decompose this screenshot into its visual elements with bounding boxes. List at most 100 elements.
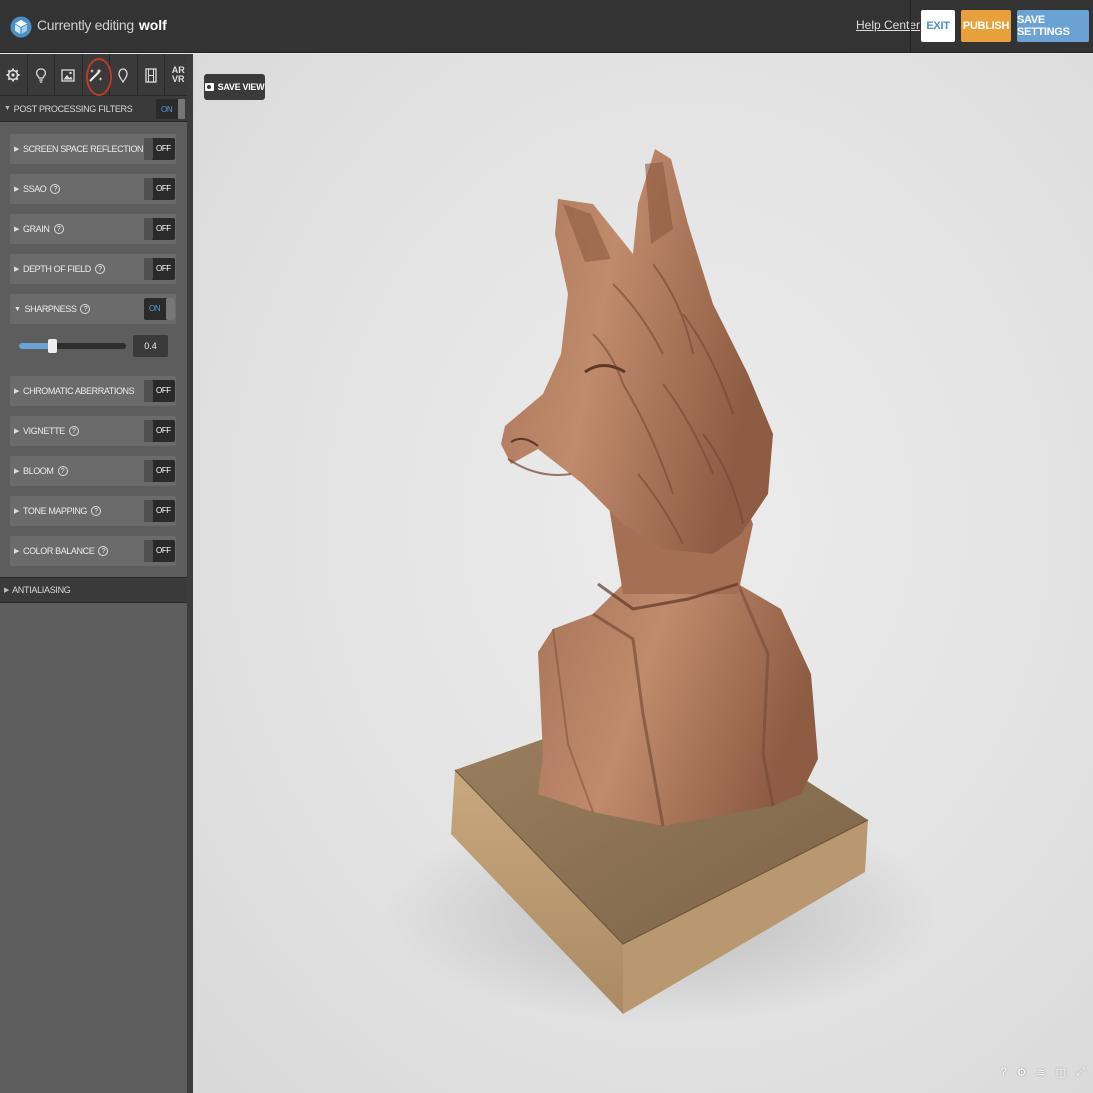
caret-down-icon: ▼ bbox=[14, 305, 21, 313]
section-post-processing[interactable]: ▼ POST PROCESSING FILTERS ON bbox=[0, 96, 187, 122]
fullscreen-icon[interactable]: ⤢ bbox=[1076, 1066, 1085, 1079]
toggle-knob bbox=[166, 298, 175, 320]
tab-animation[interactable] bbox=[138, 54, 165, 96]
toggle-knob bbox=[144, 258, 153, 280]
caret-right-icon: ▶ bbox=[14, 428, 19, 435]
filter-toggle[interactable]: OFF bbox=[144, 178, 175, 200]
caret-right-icon: ▶ bbox=[14, 508, 19, 515]
filter-toggle[interactable]: OFF bbox=[144, 380, 175, 402]
caret-right-icon: ▶ bbox=[14, 146, 19, 153]
toggle-knob bbox=[144, 460, 153, 482]
toggle-label: OFF bbox=[156, 144, 171, 153]
publish-button[interactable]: PUBLISH bbox=[961, 10, 1011, 42]
post-processing-toggle[interactable]: ON bbox=[156, 99, 185, 119]
help-icon[interactable]: ? bbox=[53, 224, 64, 234]
filter-row-screen-space-reflection[interactable]: ▶ SCREEN SPACE REFLECTION ? OFF bbox=[10, 134, 176, 164]
slider-thumb[interactable] bbox=[48, 339, 57, 353]
caret-right-icon: ▶ bbox=[14, 548, 19, 555]
settings-sidebar: AR VR ▼ POST PROCESSING FILTERS ON ▶ SCRE… bbox=[0, 54, 193, 1093]
sharpness-value-input[interactable]: 0.4 bbox=[133, 335, 168, 357]
top-divider bbox=[910, 0, 911, 53]
filter-row-bloom[interactable]: ▶ BLOOM ? OFF bbox=[10, 456, 176, 486]
toggle-label: OFF bbox=[156, 546, 171, 555]
help-icon[interactable]: ? bbox=[57, 466, 68, 476]
section-post-processing-label: POST PROCESSING FILTERS bbox=[13, 103, 133, 114]
filter-label: CHROMATIC ABERRATIONS bbox=[22, 386, 135, 396]
toggle-label: OFF bbox=[156, 426, 171, 435]
caret-right-icon: ▶ bbox=[14, 388, 19, 395]
filter-label: TONE MAPPING bbox=[22, 506, 88, 516]
layers-icon[interactable]: ≋ bbox=[1037, 1066, 1046, 1079]
filter-label: BLOOM bbox=[22, 466, 54, 476]
help-icon[interactable]: ? bbox=[50, 184, 61, 194]
section-antialiasing[interactable]: ▶ ANTIALIASING bbox=[0, 577, 187, 603]
help-icon[interactable]: ? bbox=[1001, 1066, 1007, 1079]
caret-right-icon: ▶ bbox=[14, 468, 19, 475]
filter-toggle[interactable]: OFF bbox=[144, 138, 175, 160]
pin-icon bbox=[118, 67, 128, 83]
caret-right-icon: ▶ bbox=[14, 266, 19, 273]
filter-row-depth-of-field[interactable]: ▶ DEPTH OF FIELD ? OFF bbox=[10, 254, 176, 284]
filter-label: VIGNETTE bbox=[22, 426, 65, 436]
filter-row-chromatic-aberrations[interactable]: ▶ CHROMATIC ABERRATIONS OFF bbox=[10, 376, 176, 406]
help-icon[interactable]: ? bbox=[94, 264, 105, 274]
caret-right-icon: ▶ bbox=[14, 186, 19, 193]
save-view-button[interactable]: SAVE VIEW bbox=[204, 74, 265, 100]
wolf-bust-model[interactable] bbox=[193, 54, 1093, 1093]
settings-icon[interactable]: ⚙ bbox=[1017, 1066, 1027, 1079]
editing-prefix: Currently editing bbox=[37, 17, 134, 33]
toggle-knob bbox=[144, 540, 153, 562]
help-icon[interactable]: ? bbox=[80, 304, 91, 314]
tab-post-processing[interactable] bbox=[83, 54, 111, 96]
tab-annotations[interactable] bbox=[110, 54, 138, 96]
filter-label: SCREEN SPACE REFLECTION bbox=[22, 144, 144, 154]
filter-label: GRAIN bbox=[22, 224, 50, 234]
top-bar: Currently editing wolf Help Center EXIT P… bbox=[0, 0, 1093, 53]
post-processing-toggle-label: ON bbox=[161, 104, 173, 114]
filter-toggle[interactable]: OFF bbox=[144, 460, 175, 482]
filter-row-color-balance[interactable]: ▶ COLOR BALANCE ? OFF bbox=[10, 536, 176, 566]
tab-general[interactable] bbox=[0, 54, 28, 96]
sketchfab-logo-icon[interactable] bbox=[10, 15, 32, 39]
filter-row-grain[interactable]: ▶ GRAIN ? OFF bbox=[10, 214, 176, 244]
viewer-controls: ? ⚙ ≋ ◫ ⤢ bbox=[1001, 1066, 1085, 1079]
save-settings-button[interactable]: SAVE SETTINGS bbox=[1017, 10, 1089, 42]
help-icon[interactable]: ? bbox=[98, 546, 109, 556]
gear-icon bbox=[6, 68, 20, 82]
toggle-knob bbox=[144, 380, 153, 402]
image-icon bbox=[61, 68, 75, 82]
film-icon bbox=[145, 67, 157, 83]
filter-row-tone-mapping[interactable]: ▶ TONE MAPPING ? OFF bbox=[10, 496, 176, 526]
filter-label: COLOR BALANCE bbox=[22, 546, 95, 556]
tool-tabs: AR VR bbox=[0, 54, 193, 96]
help-icon[interactable]: ? bbox=[68, 426, 79, 436]
exit-button[interactable]: EXIT bbox=[921, 10, 955, 42]
caret-down-icon: ▼ bbox=[4, 105, 11, 112]
vr-icon[interactable]: ◫ bbox=[1056, 1066, 1066, 1079]
filter-row-sharpness[interactable]: ▼ SHARPNESS ? ON bbox=[10, 294, 176, 324]
filter-label: DEPTH OF FIELD bbox=[22, 264, 91, 274]
filter-toggle[interactable]: OFF bbox=[144, 500, 175, 522]
tab-lighting[interactable] bbox=[28, 54, 55, 96]
toggle-knob bbox=[144, 138, 153, 160]
filter-row-ssao[interactable]: ▶ SSAO ? OFF bbox=[10, 174, 176, 204]
filter-label: SHARPNESS bbox=[24, 304, 77, 314]
sharpness-slider[interactable] bbox=[19, 339, 126, 353]
toggle-label: OFF bbox=[156, 506, 171, 515]
toggle-knob bbox=[144, 218, 153, 240]
filter-toggle[interactable]: OFF bbox=[144, 540, 175, 562]
toggle-knob bbox=[178, 99, 185, 119]
tab-materials[interactable] bbox=[55, 54, 83, 96]
filter-row-vignette[interactable]: ▶ VIGNETTE ? OFF bbox=[10, 416, 176, 446]
3d-viewport[interactable]: SAVE VIEW ? ⚙ ≋ ◫ ⤢ bbox=[193, 54, 1093, 1093]
filter-toggle[interactable]: OFF bbox=[144, 258, 175, 280]
filter-toggle[interactable]: OFF bbox=[144, 420, 175, 442]
caret-right-icon: ▶ bbox=[4, 587, 10, 594]
toggle-knob bbox=[144, 500, 153, 522]
filter-toggle[interactable]: ON bbox=[144, 298, 175, 320]
toggle-label: OFF bbox=[156, 184, 171, 193]
filter-toggle[interactable]: OFF bbox=[144, 218, 175, 240]
ar-vr-icon: AR VR bbox=[171, 65, 185, 84]
help-icon[interactable]: ? bbox=[91, 506, 102, 516]
bulb-icon bbox=[35, 67, 46, 83]
